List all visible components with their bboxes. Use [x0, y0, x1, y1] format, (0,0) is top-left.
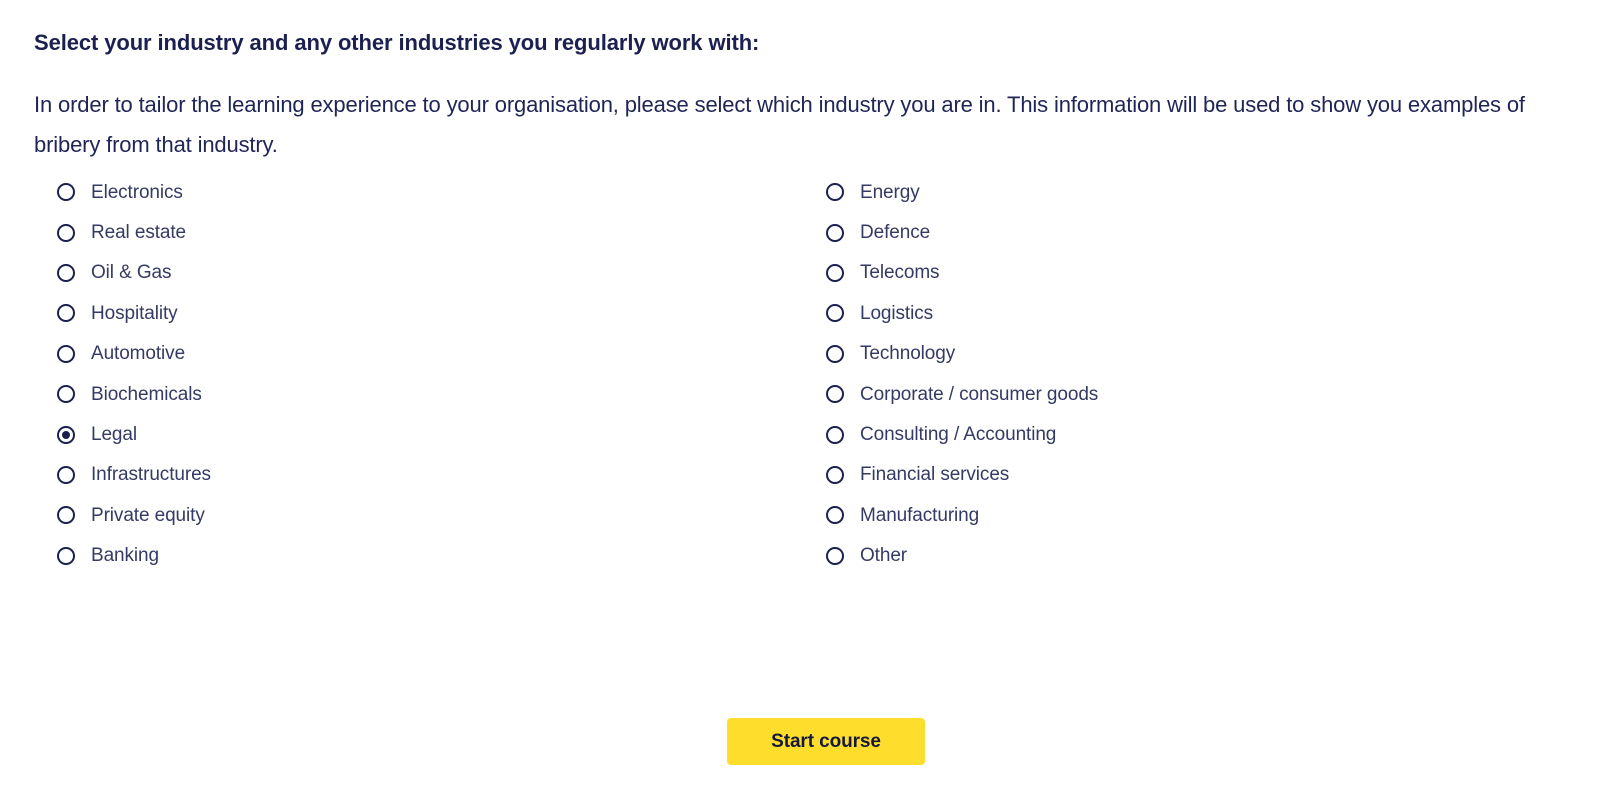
industry-options-group: Electronics Real estate Oil & Gas Hospitali… — [0, 172, 1622, 582]
industry-option-row[interactable]: Energy — [826, 172, 1098, 212]
industry-options-left-column: Electronics Real estate Oil & Gas Hospitali… — [57, 172, 211, 576]
radio-unselected-icon[interactable] — [57, 183, 75, 202]
industry-option-row[interactable]: Hospitality — [57, 293, 211, 333]
radio-unselected-icon[interactable] — [826, 506, 844, 525]
industry-option-row[interactable]: Real estate — [57, 212, 211, 252]
industry-option-label: Defence — [860, 222, 931, 244]
radio-selected-icon[interactable] — [57, 425, 75, 444]
industry-option-row[interactable]: Banking — [57, 536, 211, 576]
radio-unselected-icon[interactable] — [826, 465, 844, 484]
industry-option-label: Private equity — [91, 504, 205, 526]
radio-unselected-icon[interactable] — [57, 465, 75, 484]
industry-option-row[interactable]: Legal — [57, 414, 211, 454]
industry-option-label: Biochemicals — [91, 383, 202, 405]
industry-option-label: Logistics — [860, 302, 934, 324]
industry-option-label: Oil & Gas — [91, 262, 172, 284]
radio-unselected-icon[interactable] — [57, 263, 75, 282]
radio-unselected-icon[interactable] — [826, 304, 844, 323]
radio-unselected-icon[interactable] — [826, 344, 844, 363]
radio-unselected-icon[interactable] — [826, 425, 844, 444]
radio-unselected-icon[interactable] — [826, 183, 844, 202]
radio-unselected-icon[interactable] — [57, 546, 75, 565]
industry-option-row[interactable]: Logistics — [826, 293, 1098, 333]
start-course-button[interactable]: Start course — [727, 718, 925, 765]
industry-option-row[interactable]: Manufacturing — [826, 495, 1098, 535]
industry-options-right-column: Energy Defence Telecoms Logistics Technology… — [826, 172, 1098, 576]
radio-unselected-icon[interactable] — [826, 546, 844, 565]
intro-paragraph: In order to tailor the learning experien… — [34, 92, 1525, 157]
industry-option-row[interactable]: Defence — [826, 212, 1098, 252]
industry-option-label: Hospitality — [91, 302, 178, 324]
industry-option-label: Financial services — [860, 464, 1010, 486]
industry-option-row[interactable]: Corporate / consumer goods — [826, 374, 1098, 414]
radio-unselected-icon[interactable] — [57, 385, 75, 404]
industry-option-label: Electronics — [91, 181, 183, 203]
industry-option-row[interactable]: Telecoms — [826, 253, 1098, 293]
industry-option-row[interactable]: Technology — [826, 334, 1098, 374]
start-course-button-label: Start course — [771, 730, 881, 752]
industry-option-label: Automotive — [91, 343, 186, 365]
industry-option-label: Banking — [91, 545, 159, 567]
industry-option-row[interactable]: Other — [826, 536, 1098, 576]
industry-selection-page: Select your industry and any other indus… — [0, 0, 1622, 808]
industry-option-label: Technology — [860, 343, 956, 365]
industry-option-label: Telecoms — [860, 262, 940, 284]
industry-option-row[interactable]: Infrastructures — [57, 455, 211, 495]
industry-option-row[interactable]: Electronics — [57, 172, 211, 212]
industry-option-label: Infrastructures — [91, 464, 211, 486]
industry-option-row[interactable]: Biochemicals — [57, 374, 211, 414]
industry-option-row[interactable]: Financial services — [826, 455, 1098, 495]
industry-option-label: Corporate / consumer goods — [860, 383, 1099, 405]
industry-option-label: Energy — [860, 181, 920, 203]
radio-unselected-icon[interactable] — [826, 385, 844, 404]
industry-option-label: Other — [860, 545, 908, 567]
radio-unselected-icon[interactable] — [57, 304, 75, 323]
radio-unselected-icon[interactable] — [57, 344, 75, 363]
industry-option-label: Legal — [91, 424, 137, 446]
industry-option-row[interactable]: Oil & Gas — [57, 253, 211, 293]
industry-option-row[interactable]: Consulting / Accounting — [826, 414, 1098, 454]
radio-unselected-icon[interactable] — [826, 223, 844, 242]
radio-unselected-icon[interactable] — [826, 263, 844, 282]
radio-unselected-icon[interactable] — [57, 506, 75, 525]
radio-unselected-icon[interactable] — [57, 223, 75, 242]
industry-option-label: Consulting / Accounting — [860, 424, 1057, 446]
industry-option-row[interactable]: Private equity — [57, 495, 211, 535]
page-title: Select your industry and any other indus… — [34, 30, 760, 55]
industry-option-label: Real estate — [91, 222, 187, 244]
industry-option-label: Manufacturing — [860, 504, 980, 526]
industry-option-row[interactable]: Automotive — [57, 334, 211, 374]
